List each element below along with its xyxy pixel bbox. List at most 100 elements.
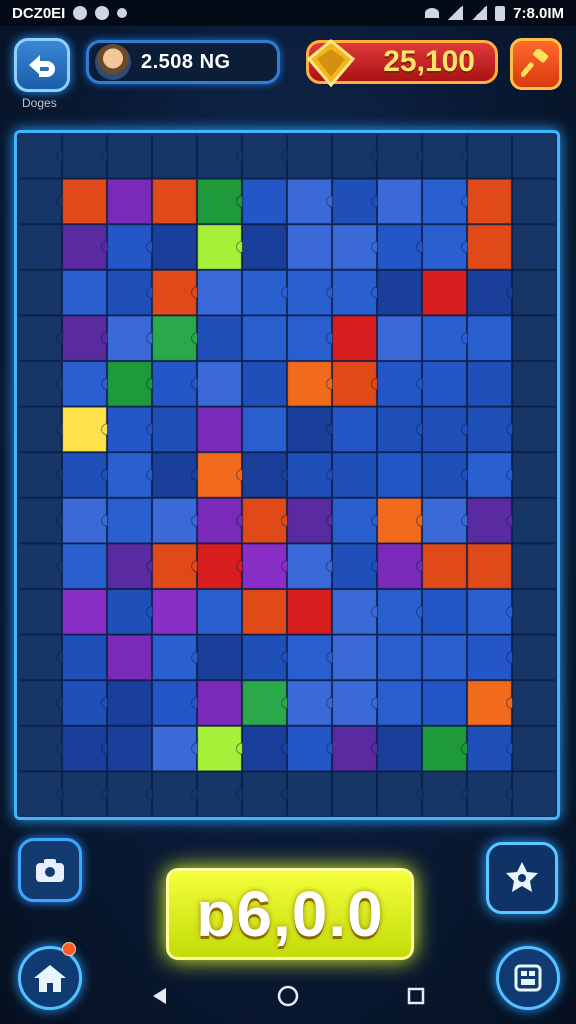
puzzle-piece[interactable]: [511, 360, 557, 407]
puzzle-piece[interactable]: [466, 360, 513, 407]
puzzle-piece[interactable]: [331, 725, 378, 772]
puzzle-piece[interactable]: [466, 634, 513, 681]
puzzle-piece[interactable]: [466, 133, 513, 179]
puzzle-piece[interactable]: [61, 634, 108, 681]
puzzle-piece[interactable]: [17, 360, 63, 407]
puzzle-piece[interactable]: [17, 406, 63, 453]
puzzle-piece[interactable]: [17, 543, 63, 590]
menu-button[interactable]: [496, 946, 560, 1010]
puzzle-piece[interactable]: [286, 634, 333, 681]
puzzle-piece[interactable]: [421, 634, 468, 681]
puzzle-piece[interactable]: [331, 360, 378, 407]
puzzle-piece[interactable]: [61, 315, 108, 362]
puzzle-piece[interactable]: [196, 224, 243, 270]
puzzle-piece[interactable]: [151, 680, 198, 726]
puzzle-piece[interactable]: [286, 360, 333, 407]
camera-button[interactable]: [18, 838, 82, 902]
puzzle-piece[interactable]: [61, 178, 108, 225]
puzzle-piece[interactable]: [421, 269, 468, 316]
puzzle-piece[interactable]: [376, 452, 423, 498]
puzzle-piece[interactable]: [196, 497, 243, 544]
puzzle-piece[interactable]: [376, 406, 423, 453]
puzzle-piece[interactable]: [196, 543, 243, 590]
puzzle-piece[interactable]: [376, 178, 423, 225]
puzzle-piece[interactable]: [106, 588, 153, 635]
coin-counter[interactable]: 25,100: [306, 39, 498, 88]
puzzle-piece[interactable]: [511, 178, 557, 225]
nav-back-button[interactable]: [140, 976, 180, 1016]
puzzle-piece[interactable]: [17, 588, 63, 635]
puzzle-piece[interactable]: [421, 543, 468, 590]
puzzle-piece[interactable]: [376, 588, 423, 635]
puzzle-piece[interactable]: [331, 588, 378, 635]
puzzle-piece[interactable]: [376, 133, 423, 179]
puzzle-piece[interactable]: [331, 224, 378, 270]
puzzle-piece[interactable]: [511, 771, 557, 817]
puzzle-piece[interactable]: [286, 680, 333, 726]
puzzle-piece[interactable]: [151, 178, 198, 225]
puzzle-piece[interactable]: [286, 725, 333, 772]
puzzle-piece[interactable]: [106, 725, 153, 772]
puzzle-piece[interactable]: [466, 680, 513, 726]
puzzle-piece[interactable]: [196, 588, 243, 635]
puzzle-piece[interactable]: [241, 315, 288, 362]
puzzle-piece[interactable]: [151, 360, 198, 407]
puzzle-piece[interactable]: [511, 634, 557, 681]
puzzle-piece[interactable]: [286, 588, 333, 635]
puzzle-piece[interactable]: [331, 634, 378, 681]
puzzle-piece[interactable]: [286, 497, 333, 544]
puzzle-piece[interactable]: [286, 543, 333, 590]
puzzle-piece[interactable]: [286, 771, 333, 817]
puzzle-piece[interactable]: [196, 315, 243, 362]
puzzle-piece[interactable]: [196, 771, 243, 817]
puzzle-piece[interactable]: [376, 497, 423, 544]
puzzle-piece[interactable]: [331, 315, 378, 362]
puzzle-piece[interactable]: [241, 178, 288, 225]
puzzle-piece[interactable]: [331, 406, 378, 453]
puzzle-piece[interactable]: [151, 315, 198, 362]
puzzle-piece[interactable]: [196, 360, 243, 407]
puzzle-piece[interactable]: [17, 224, 63, 270]
puzzle-piece[interactable]: [376, 725, 423, 772]
puzzle-piece[interactable]: [241, 588, 288, 635]
puzzle-piece[interactable]: [61, 588, 108, 635]
puzzle-piece[interactable]: [286, 315, 333, 362]
puzzle-piece[interactable]: [376, 771, 423, 817]
puzzle-piece[interactable]: [17, 680, 63, 726]
puzzle-piece[interactable]: [466, 315, 513, 362]
puzzle-piece[interactable]: [241, 133, 288, 179]
puzzle-piece[interactable]: [466, 224, 513, 270]
puzzle-piece[interactable]: [61, 680, 108, 726]
puzzle-piece[interactable]: [376, 315, 423, 362]
puzzle-piece[interactable]: [466, 543, 513, 590]
puzzle-piece[interactable]: [61, 406, 108, 453]
puzzle-piece[interactable]: [17, 771, 63, 817]
puzzle-piece[interactable]: [376, 269, 423, 316]
puzzle-piece[interactable]: [17, 634, 63, 681]
puzzle-piece[interactable]: [241, 771, 288, 817]
puzzle-piece[interactable]: [61, 543, 108, 590]
puzzle-piece[interactable]: [61, 360, 108, 407]
puzzle-piece[interactable]: [331, 133, 378, 179]
puzzle-piece[interactable]: [106, 634, 153, 681]
puzzle-piece[interactable]: [421, 133, 468, 179]
puzzle-piece[interactable]: [241, 224, 288, 270]
puzzle-piece[interactable]: [151, 497, 198, 544]
puzzle-piece[interactable]: [241, 497, 288, 544]
puzzle-piece[interactable]: [196, 269, 243, 316]
puzzle-piece[interactable]: [196, 452, 243, 498]
puzzle-piece[interactable]: [331, 269, 378, 316]
puzzle-piece[interactable]: [241, 680, 288, 726]
boost-button[interactable]: [510, 38, 562, 90]
puzzle-piece[interactable]: [421, 315, 468, 362]
puzzle-piece[interactable]: [376, 634, 423, 681]
puzzle-piece[interactable]: [376, 224, 423, 270]
puzzle-piece[interactable]: [466, 452, 513, 498]
puzzle-piece[interactable]: [17, 725, 63, 772]
puzzle-piece[interactable]: [421, 224, 468, 270]
puzzle-piece[interactable]: [196, 178, 243, 225]
puzzle-piece[interactable]: [376, 543, 423, 590]
puzzle-piece[interactable]: [61, 224, 108, 270]
puzzle-piece[interactable]: [241, 406, 288, 453]
puzzle-piece[interactable]: [151, 452, 198, 498]
